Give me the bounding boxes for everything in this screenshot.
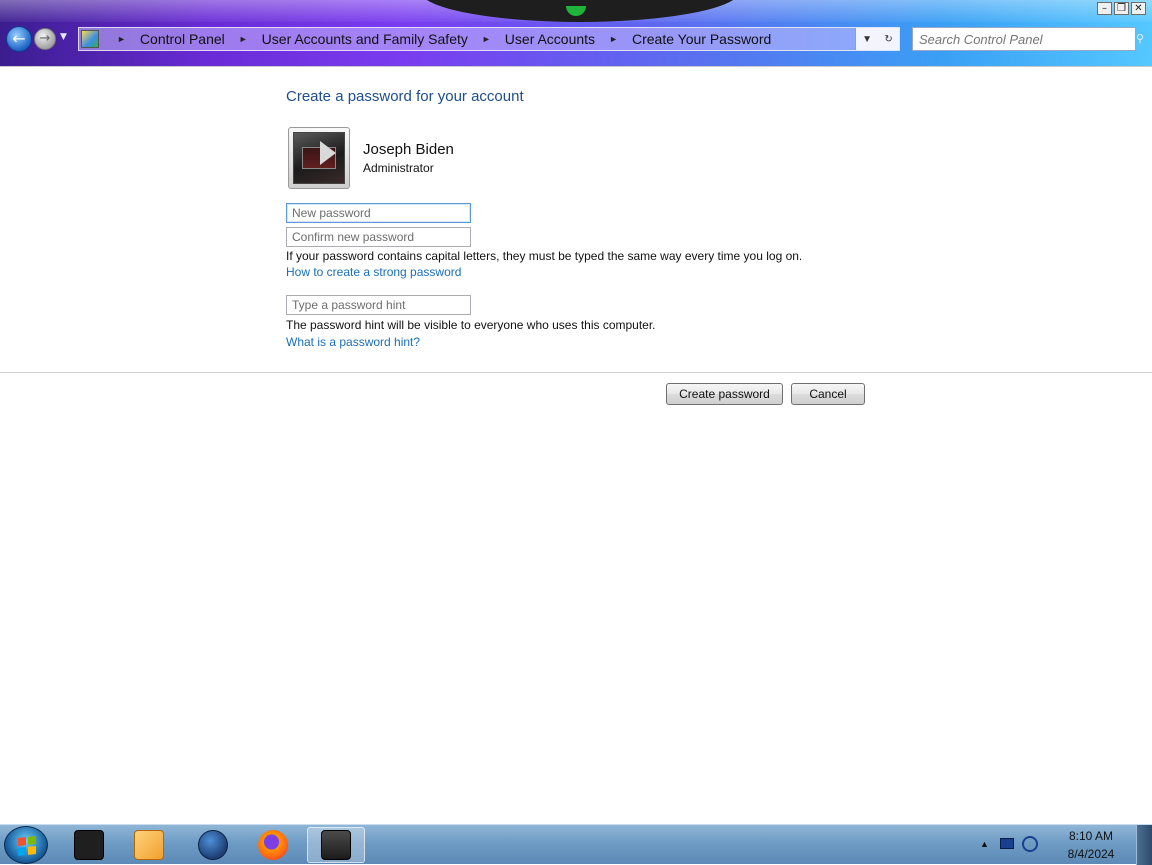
globe-icon xyxy=(198,830,228,860)
back-button[interactable]: ← xyxy=(6,26,32,52)
volume-icon[interactable] xyxy=(1022,836,1038,852)
taskbar-app-control-panel[interactable] xyxy=(307,827,365,863)
clock-time[interactable]: 8:10 AM xyxy=(1056,829,1126,843)
password-hint-field[interactable] xyxy=(286,295,471,315)
forward-button[interactable]: → xyxy=(34,28,56,50)
window-controls: – ❐ ✕ xyxy=(1097,2,1146,15)
clock-date[interactable]: 8/4/2024 xyxy=(1056,847,1126,861)
content-divider xyxy=(0,372,1152,373)
capital-letters-note: If your password contains capital letter… xyxy=(286,249,803,263)
terminal-icon xyxy=(74,830,104,860)
windows-logo-icon xyxy=(18,836,36,856)
address-bar-actions: ▼ ↻ xyxy=(855,28,899,50)
breadcrumb-create-your-password[interactable]: Create Your Password xyxy=(632,31,771,47)
refresh-icon[interactable]: ↻ xyxy=(884,34,892,45)
address-bar[interactable]: ► Control Panel ► User Accounts and Fami… xyxy=(78,27,900,51)
maximize-button[interactable]: ❐ xyxy=(1114,2,1129,15)
taskbar-app-terminal[interactable] xyxy=(60,827,118,863)
cancel-button[interactable]: Cancel xyxy=(791,383,865,405)
user-picture-icon xyxy=(293,132,345,184)
user-role: Administrator xyxy=(363,161,434,175)
taskbar-app-firefox[interactable] xyxy=(244,827,302,863)
taskbar: ▲ 8:10 AM 8/4/2024 xyxy=(0,824,1152,865)
password-hint-help-link[interactable]: What is a password hint? xyxy=(286,335,420,349)
create-password-button[interactable]: Create password xyxy=(666,383,783,405)
show-desktop-button[interactable] xyxy=(1136,825,1152,865)
recent-pages-button[interactable]: ▼ xyxy=(60,32,67,42)
breadcrumb-control-panel[interactable]: Control Panel xyxy=(140,31,225,47)
search-icon[interactable]: ⚲ xyxy=(1136,28,1148,50)
new-password-field[interactable] xyxy=(286,203,471,223)
taskbar-app-media-player[interactable] xyxy=(120,827,178,863)
breadcrumb-separator-icon[interactable]: ► xyxy=(239,34,248,44)
breadcrumb-user-accounts-family-safety[interactable]: User Accounts and Family Safety xyxy=(262,31,468,47)
arrow-left-icon: ← xyxy=(12,29,26,48)
close-button[interactable]: ✕ xyxy=(1131,2,1146,15)
hint-visibility-note: The password hint will be visible to eve… xyxy=(286,318,656,332)
chevron-down-icon: ▼ xyxy=(60,32,67,42)
dropdown-arrow-icon[interactable]: ▼ xyxy=(862,34,872,45)
media-player-icon xyxy=(134,830,164,860)
breadcrumb-separator-icon[interactable]: ► xyxy=(609,34,618,44)
search-input[interactable] xyxy=(912,27,1136,51)
system-tray: ▲ 8:10 AM 8/4/2024 xyxy=(976,825,1136,865)
window-titlebar: – ❐ ✕ ← → ▼ ► Control Panel ► User Accou… xyxy=(0,0,1152,66)
breadcrumb-separator-icon[interactable]: ► xyxy=(482,34,491,44)
firefox-icon xyxy=(258,830,288,860)
page-title: Create a password for your account xyxy=(286,88,524,105)
taskbar-app-globe[interactable] xyxy=(184,827,242,863)
breadcrumb-separator-icon[interactable]: ► xyxy=(117,34,126,44)
confirm-password-field[interactable] xyxy=(286,227,471,247)
control-panel-icon xyxy=(321,830,351,860)
minimize-button[interactable]: – xyxy=(1097,2,1112,15)
main-content: Create a password for your account Josep… xyxy=(0,67,1152,824)
arrow-right-icon: → xyxy=(39,31,51,46)
start-button[interactable] xyxy=(4,826,48,864)
strong-password-link[interactable]: How to create a strong password xyxy=(286,265,461,279)
network-icon[interactable] xyxy=(1000,838,1014,849)
show-hidden-icons-button[interactable]: ▲ xyxy=(980,839,989,849)
control-panel-icon xyxy=(81,30,99,48)
avatar xyxy=(288,127,350,189)
user-name: Joseph Biden xyxy=(363,141,454,158)
breadcrumb-user-accounts[interactable]: User Accounts xyxy=(505,31,595,47)
